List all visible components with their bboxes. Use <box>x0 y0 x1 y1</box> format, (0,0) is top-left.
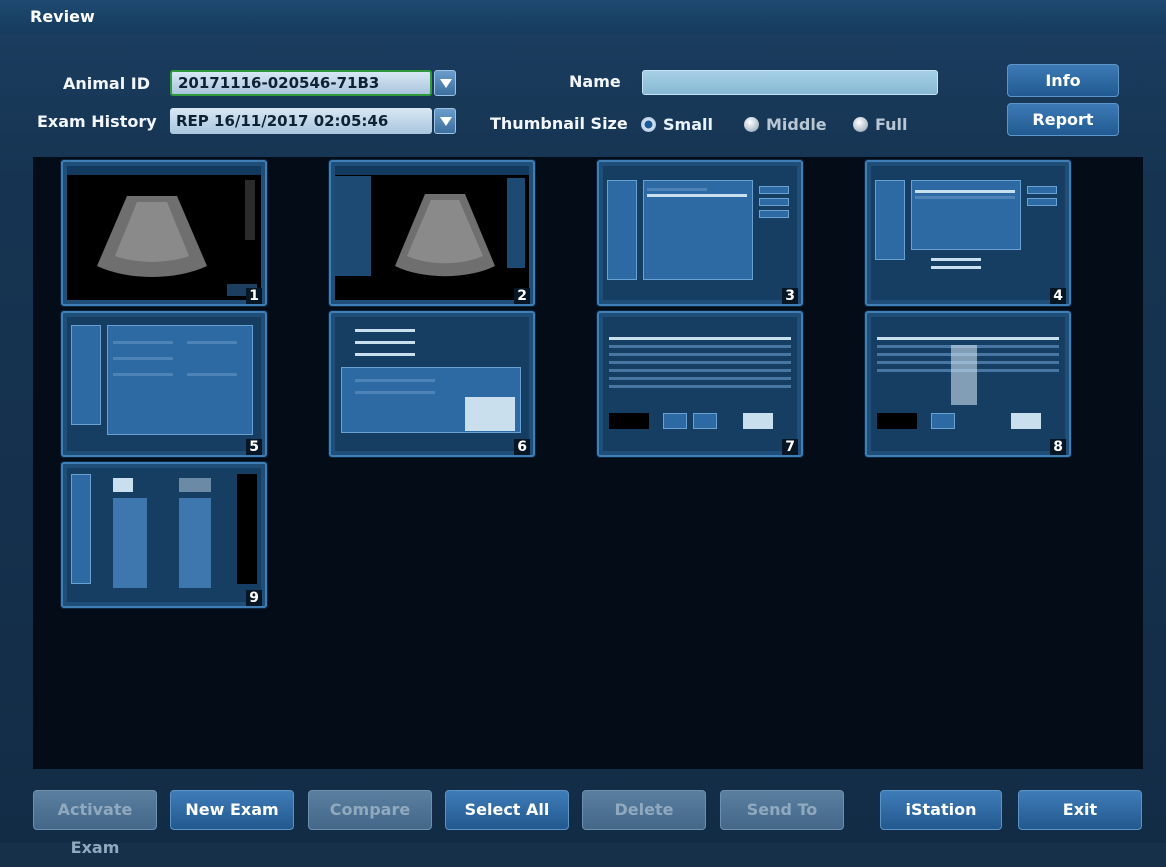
new-exam-button[interactable]: New Exam <box>170 790 294 830</box>
thumbnail-size-small-radio[interactable]: Small <box>641 115 721 135</box>
thumbnail-3[interactable]: 3 <box>597 160 803 306</box>
radio-label: Small <box>663 115 713 134</box>
thumbnail-grid: 1 2 3 4 5 6 7 8 9 <box>33 157 1143 769</box>
thumbnail-4[interactable]: 4 <box>865 160 1071 306</box>
radio-selected-icon <box>641 117 656 132</box>
radio-unselected-icon <box>853 117 868 132</box>
info-button[interactable]: Info <box>1007 64 1119 97</box>
thumbnail-image <box>67 317 261 451</box>
name-input[interactable] <box>642 70 938 95</box>
thumbnail-image <box>603 317 797 451</box>
thumbnail-image <box>335 317 529 451</box>
thumbnail-number: 1 <box>246 288 262 304</box>
thumbnail-7[interactable]: 7 <box>597 311 803 457</box>
thumbnail-number: 4 <box>1050 288 1066 304</box>
chevron-down-icon <box>440 79 452 88</box>
send-to-button[interactable]: Send To <box>720 790 844 830</box>
name-label: Name <box>569 72 621 91</box>
radio-label: Full <box>875 115 908 134</box>
thumbnail-size-middle-radio[interactable]: Middle <box>744 115 834 135</box>
thumbnail-number: 6 <box>514 439 530 455</box>
radio-unselected-icon <box>744 117 759 132</box>
thumbnail-1[interactable]: 1 <box>61 160 267 306</box>
thumbnail-image <box>67 166 261 300</box>
thumbnail-2[interactable]: 2 <box>329 160 535 306</box>
title-bar: Review <box>0 0 1166 35</box>
thumbnail-number: 7 <box>782 439 798 455</box>
radio-label: Middle <box>766 115 827 134</box>
thumbnail-image <box>335 166 529 300</box>
window-title: Review <box>30 7 95 26</box>
exam-history-dropdown-button[interactable] <box>434 108 456 134</box>
ultrasound-image-icon <box>335 166 529 277</box>
thumbnail-9[interactable]: 9 <box>61 462 267 608</box>
animal-id-label: Animal ID <box>63 74 151 93</box>
thumbnail-6[interactable]: 6 <box>329 311 535 457</box>
chevron-down-icon <box>440 117 452 126</box>
ultrasound-image-icon <box>67 166 261 296</box>
select-all-button[interactable]: Select All <box>445 790 569 830</box>
animal-id-dropdown-button[interactable] <box>434 70 456 96</box>
thumbnail-number: 5 <box>246 439 262 455</box>
thumbnail-8[interactable]: 8 <box>865 311 1071 457</box>
thumbnail-size-label: Thumbnail Size <box>490 114 628 133</box>
thumbnail-number: 3 <box>782 288 798 304</box>
thumbnail-size-full-radio[interactable]: Full <box>853 115 923 135</box>
thumbnail-5[interactable]: 5 <box>61 311 267 457</box>
thumbnail-image <box>871 166 1065 300</box>
animal-id-input[interactable]: 20171116-020546-71B3 <box>170 70 432 96</box>
thumbnail-image <box>67 468 261 602</box>
thumbnail-number: 8 <box>1050 439 1066 455</box>
compare-button[interactable]: Compare <box>308 790 432 830</box>
thumbnail-image <box>871 317 1065 451</box>
thumbnail-number: 2 <box>514 288 530 304</box>
activate-exam-button[interactable]: Activate Exam <box>33 790 157 857</box>
thumbnail-number: 9 <box>246 590 262 606</box>
exam-history-label: Exam History <box>37 112 157 131</box>
report-button[interactable]: Report <box>1007 103 1119 136</box>
thumbnail-image <box>603 166 797 300</box>
exam-history-select[interactable]: REP 16/11/2017 02:05:46 <box>170 108 432 134</box>
istation-button[interactable]: iStation <box>880 790 1002 830</box>
exit-button[interactable]: Exit <box>1018 790 1142 830</box>
delete-button[interactable]: Delete <box>582 790 706 830</box>
